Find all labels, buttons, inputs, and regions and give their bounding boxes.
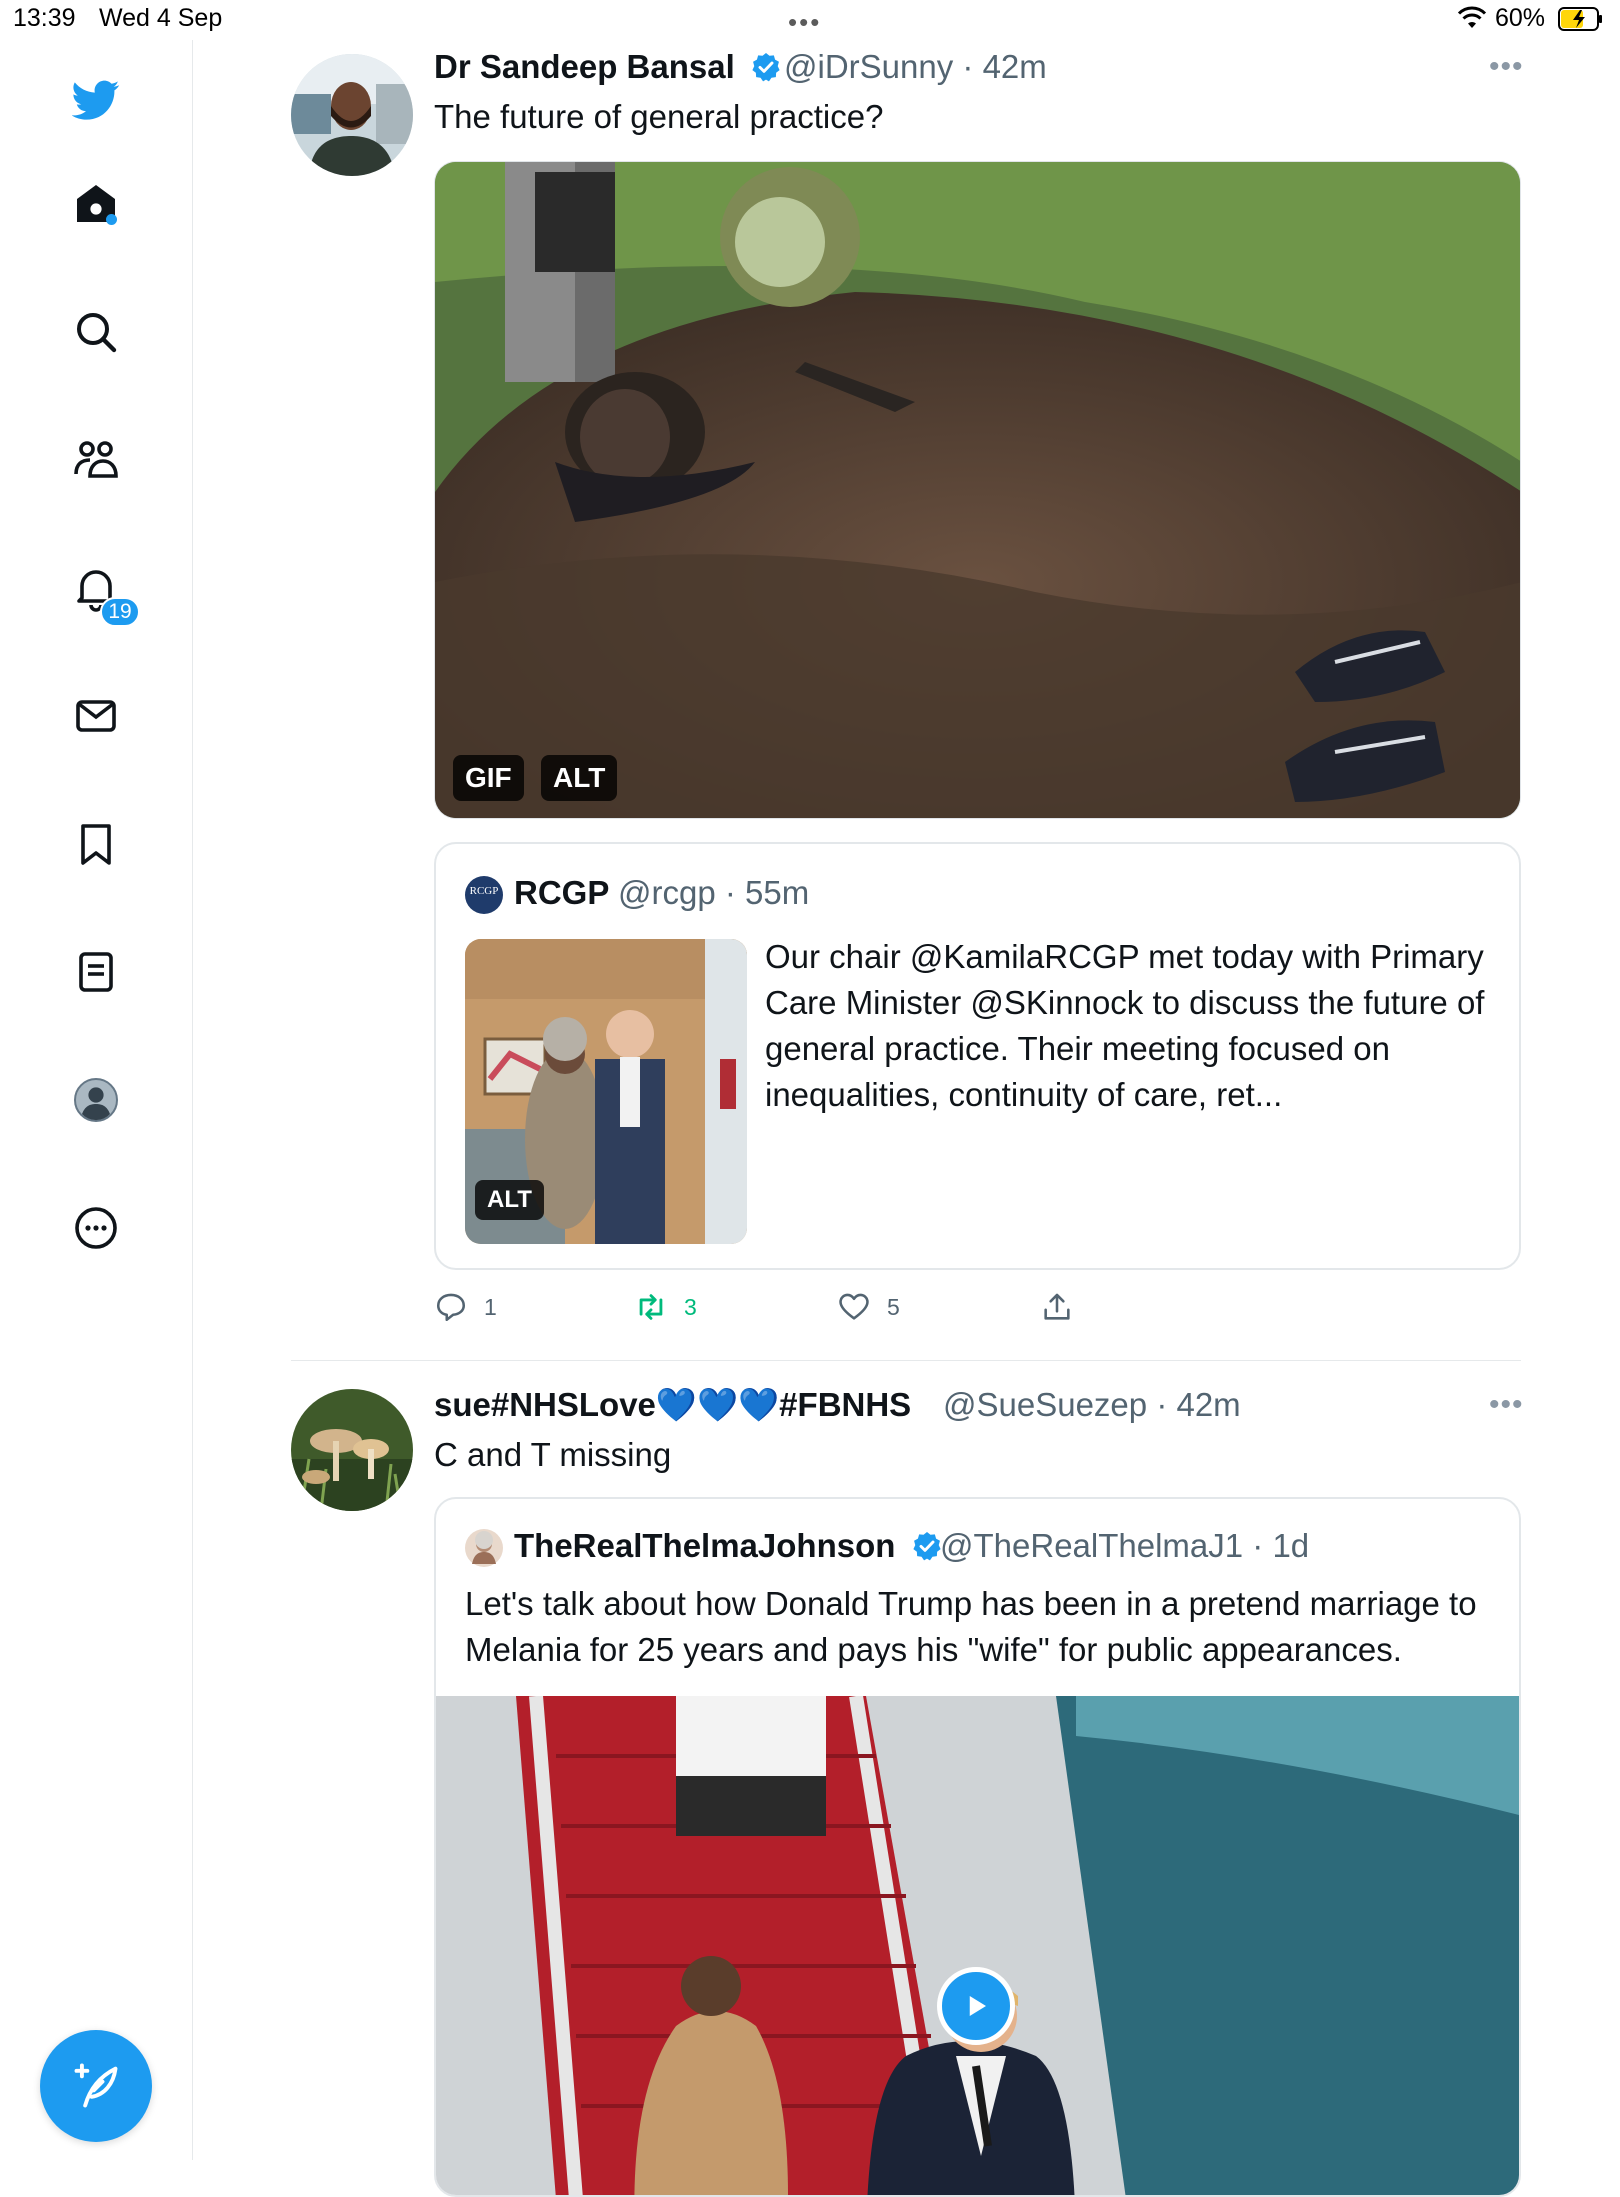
messages-icon[interactable]: [65, 685, 127, 747]
quoted-author-name[interactable]: TheRealThelmaJohnson: [514, 1527, 943, 1565]
heart-icon: [839, 1293, 869, 1320]
unread-dot: [106, 214, 117, 225]
quoted-timestamp[interactable]: · 1d: [1252, 1527, 1309, 1564]
retweet-icon: [639, 1294, 663, 1320]
bookmarks-icon[interactable]: [65, 813, 127, 875]
tweet-text: The future of general practice?: [434, 98, 884, 135]
quoted-author-name[interactable]: RCGP: [514, 874, 609, 912]
status-bar: 13:39 Wed 4 Sep ••• 60%: [0, 0, 1620, 40]
home-icon[interactable]: [65, 173, 127, 235]
quoted-tweet[interactable]: RCGP RCGP @rcgp · 55m ALT Our chair @Kam…: [434, 842, 1521, 1270]
rcgp-logo-text: RCGP: [470, 885, 499, 897]
reply-button[interactable]: 1: [434, 1290, 497, 1324]
retweet-button[interactable]: 3: [634, 1290, 697, 1324]
tweet-meta[interactable]: @SueSuezep · 42m: [943, 1386, 1241, 1424]
timestamp[interactable]: · 42m: [962, 48, 1046, 85]
quoted-meta[interactable]: @rcgp · 55m: [618, 874, 809, 912]
twitter-logo-icon[interactable]: [65, 69, 127, 131]
retweet-count: 3: [684, 1293, 697, 1320]
share-icon: [1044, 1293, 1070, 1320]
quoted-timestamp[interactable]: · 55m: [725, 874, 809, 911]
tweet-more-icon[interactable]: •••: [1489, 50, 1524, 84]
quoted-alt-badge[interactable]: ALT: [475, 1180, 544, 1220]
timestamp[interactable]: · 42m: [1156, 1386, 1240, 1423]
quoted-avatar[interactable]: RCGP: [465, 876, 503, 914]
alt-text-badge[interactable]: ALT: [541, 755, 618, 801]
more-icon[interactable]: [65, 1197, 127, 1259]
quoted-handle[interactable]: @TheRealThelmaJ1: [940, 1527, 1243, 1564]
search-icon[interactable]: [65, 301, 127, 363]
tweet-meta[interactable]: @iDrSunny · 42m: [784, 48, 1047, 86]
quoted-tweet[interactable]: TheRealThelmaJohnson @TheRealThelmaJ1 · …: [434, 1497, 1521, 2197]
status-date: Wed 4 Sep: [99, 4, 223, 32]
verified-badge-icon: [752, 53, 780, 82]
battery-percent: 60%: [1495, 4, 1546, 32]
play-video-button[interactable]: [937, 1967, 1015, 2045]
reply-count: 1: [484, 1293, 497, 1320]
share-button[interactable]: [1040, 1290, 1074, 1324]
handle[interactable]: @iDrSunny: [784, 48, 953, 85]
gif-badge: GIF: [453, 755, 524, 801]
quoted-text: Our chair @KamilaRCGP met today with Pri…: [765, 938, 1485, 1113]
author-name[interactable]: sue#NHSLove💙💙💙#FBNHS: [434, 1386, 911, 1425]
handle[interactable]: @SueSuezep: [943, 1386, 1147, 1423]
tweet-text: C and T missing: [434, 1436, 672, 1473]
play-icon: [969, 1996, 986, 2016]
quoted-video[interactable]: [436, 1696, 1519, 2195]
author-name[interactable]: Dr Sandeep Bansal: [434, 48, 782, 86]
avatar[interactable]: [291, 54, 413, 176]
compose-tweet-icon: [74, 2063, 118, 2108]
tweet-more-icon[interactable]: •••: [1489, 1388, 1524, 1422]
compose-tweet-button[interactable]: [40, 2030, 152, 2142]
multitasking-dots-icon[interactable]: •••: [788, 7, 821, 38]
like-count: 5: [887, 1293, 900, 1320]
reply-icon: [436, 1293, 466, 1322]
notifications-badge: 19: [100, 597, 140, 627]
quoted-handle[interactable]: @rcgp: [618, 874, 716, 911]
quoted-meta[interactable]: @TheRealThelmaJ1 · 1d: [940, 1527, 1309, 1565]
battery-charging-icon: [1558, 7, 1602, 31]
communities-icon[interactable]: [65, 429, 127, 491]
quoted-text: Let's talk about how Donald Trump has be…: [465, 1585, 1477, 1668]
tweet-divider: [291, 1360, 1521, 1361]
avatar[interactable]: [291, 1389, 413, 1511]
tweet-gif[interactable]: [434, 161, 1521, 819]
quoted-avatar[interactable]: [465, 1529, 503, 1567]
profile-icon[interactable]: [65, 1069, 127, 1131]
verified-badge-icon: [912, 1532, 941, 1561]
wifi-icon: [1457, 6, 1487, 28]
like-button[interactable]: 5: [837, 1290, 900, 1324]
status-time: 13:39: [13, 4, 76, 32]
lists-icon[interactable]: [65, 941, 127, 1003]
sidebar: 19: [0, 40, 193, 2160]
